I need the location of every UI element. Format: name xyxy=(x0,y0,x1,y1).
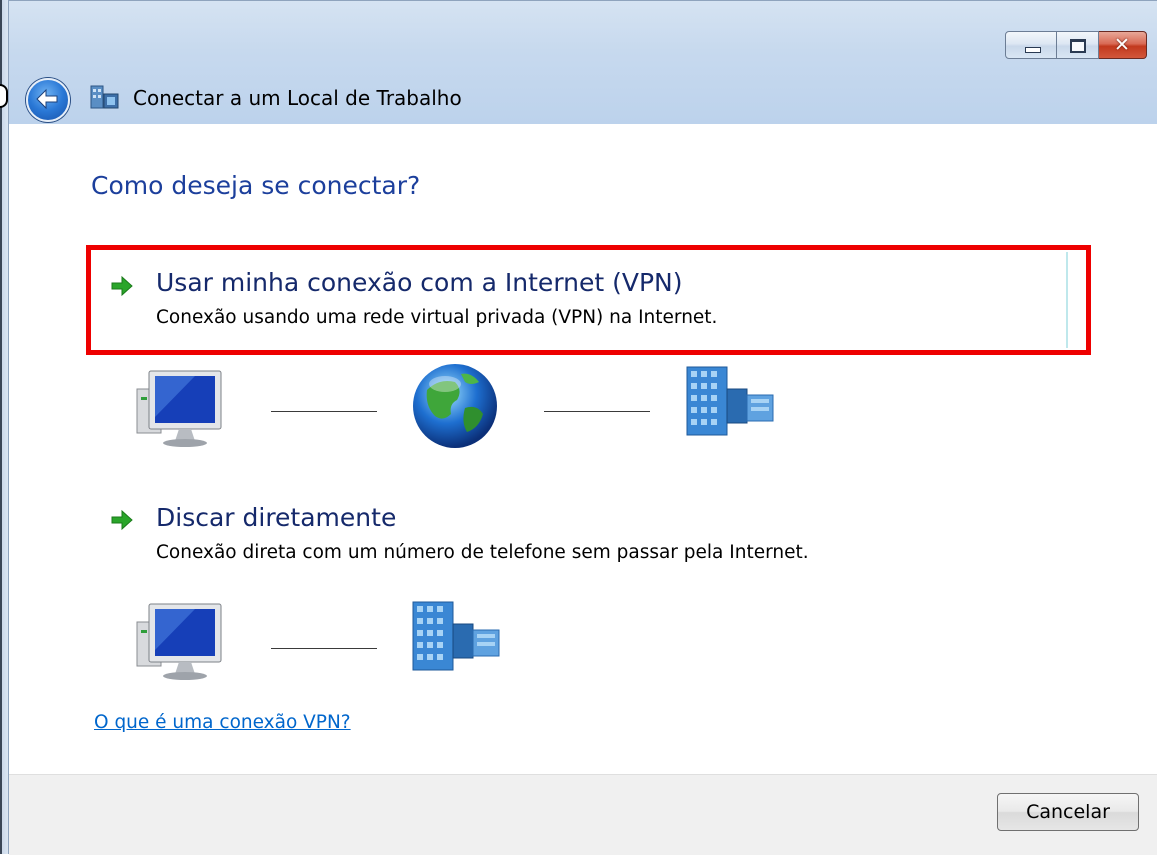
maximize-icon xyxy=(1070,39,1086,53)
connection-line xyxy=(544,411,650,412)
dialog-window: ✕ Conectar a um Local de Trabalho Como d… xyxy=(0,0,1157,855)
globe-icon xyxy=(413,364,497,448)
computer-monitor-icon xyxy=(136,603,222,680)
maximize-button[interactable] xyxy=(1057,31,1099,59)
window-title: Conectar a um Local de Trabalho xyxy=(133,86,462,110)
caption-buttons: ✕ xyxy=(1003,31,1147,59)
option-focus-edge xyxy=(1066,252,1068,348)
page-heading: Como deseja se conectar? xyxy=(91,171,421,200)
option-dial-description: Conexão direta com um número de telefone… xyxy=(156,542,809,563)
close-button[interactable]: ✕ xyxy=(1099,31,1147,59)
dialog-footer xyxy=(9,774,1157,855)
minimize-icon xyxy=(1025,47,1041,53)
office-building-icon xyxy=(412,601,500,671)
office-building-icon xyxy=(686,366,774,436)
minimize-button[interactable] xyxy=(1005,31,1057,59)
vpn-help-link[interactable]: O que é uma conexão VPN? xyxy=(94,712,351,733)
green-arrow-icon xyxy=(111,509,133,531)
cancel-button[interactable]: Cancelar xyxy=(997,793,1139,831)
green-arrow-icon xyxy=(111,275,133,297)
option-vpn-description: Conexão usando uma rede virtual privada … xyxy=(156,307,718,328)
computer-monitor-icon xyxy=(136,370,222,447)
back-arrow-icon xyxy=(36,88,58,110)
connection-line xyxy=(271,411,377,412)
option-dial-title[interactable]: Discar diretamente xyxy=(156,503,396,532)
window-edge xyxy=(0,0,2,854)
back-button[interactable] xyxy=(26,78,70,122)
workplace-network-icon xyxy=(90,85,119,109)
option-vpn-title[interactable]: Usar minha conexão com a Internet (VPN) xyxy=(156,268,683,297)
option-vpn-highlight[interactable] xyxy=(86,245,1091,355)
connection-line xyxy=(271,648,377,649)
close-icon: ✕ xyxy=(1114,34,1130,56)
